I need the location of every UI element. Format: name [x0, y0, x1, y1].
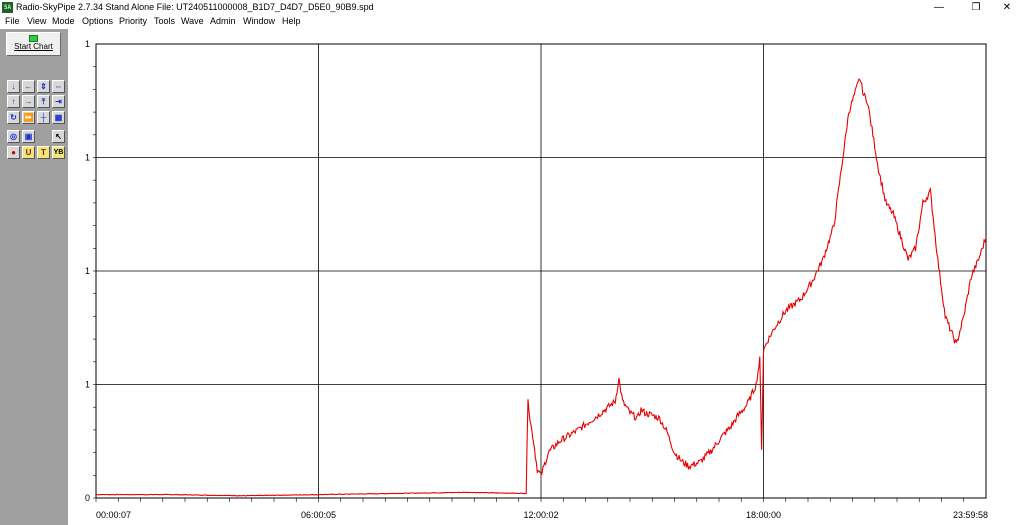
menu-mode[interactable]: Mode	[52, 16, 75, 26]
y-tick-label: 1	[85, 153, 90, 163]
start-chart-label: Start Chart	[14, 42, 53, 51]
x-tick-label: 06:00:05	[301, 510, 336, 520]
status-led-icon	[29, 35, 38, 42]
menu-help[interactable]: Help	[282, 16, 301, 26]
fast-forward-icon[interactable]: ⏩	[22, 111, 35, 124]
zoom-box-icon[interactable]: ▣	[22, 130, 35, 143]
scroll-up-icon[interactable]: ↑	[7, 95, 20, 108]
grid-icon[interactable]: ▦	[52, 111, 65, 124]
record-icon[interactable]: ●	[7, 146, 20, 159]
app-icon: SA	[2, 2, 13, 13]
scroll-left-icon[interactable]: ←	[22, 80, 35, 93]
menu-view[interactable]: View	[27, 16, 46, 26]
x-tick-label: 00:00:07	[96, 510, 131, 520]
menu-window[interactable]: Window	[243, 16, 275, 26]
menu-tools[interactable]: Tools	[154, 16, 175, 26]
window-title: Radio-SkyPipe 2.7.34 Stand Alone File: U…	[16, 2, 374, 12]
compress-vertical-icon[interactable]: ⤒	[37, 95, 50, 108]
expand-vertical-icon[interactable]: ⇕	[37, 80, 50, 93]
zoom-fit-icon[interactable]: ◎	[7, 130, 20, 143]
expand-horizontal-icon[interactable]: ⇔	[52, 80, 65, 93]
crosshair-icon[interactable]: ┼	[37, 111, 50, 124]
y-bounds-icon[interactable]: YB	[52, 146, 65, 159]
y-tick-label: 1	[85, 380, 90, 390]
tool-sidebar: Start Chart ↓ ← ⇕ ⇔ ↑ → ⤒ ⇥ ↻ ⏩ ┼ ▦ ◎ ▣ …	[0, 29, 68, 525]
compress-horizontal-icon[interactable]: ⇥	[52, 95, 65, 108]
strip-chart[interactable]: 0 1 1 1 1 00:00:07 06:00:05 12:00:02 18:00:00 23:…	[68, 29, 1024, 525]
x-tick-label: 23:59:58	[953, 510, 988, 520]
x-tick-label: 12:00:02	[523, 510, 558, 520]
scroll-right-icon[interactable]: →	[22, 95, 35, 108]
y-tick-label: 1	[85, 266, 90, 276]
menu-bar: File View Mode Options Priority Tools Wa…	[0, 15, 1024, 29]
close-button[interactable]: ✕	[990, 0, 1024, 15]
cursor-icon[interactable]: ↖	[52, 130, 65, 143]
restore-button[interactable]: ❐	[959, 0, 993, 15]
menu-priority[interactable]: Priority	[119, 16, 147, 26]
start-chart-button[interactable]: Start Chart	[6, 32, 61, 56]
marker-u-icon[interactable]: U	[22, 146, 35, 159]
refresh-icon[interactable]: ↻	[7, 111, 20, 124]
chart-area[interactable]: 0 1 1 1 1 00:00:07 06:00:05 12:00:02 18:00:00 23:…	[68, 29, 1024, 525]
scroll-down-icon[interactable]: ↓	[7, 80, 20, 93]
y-tick-label: 1	[85, 39, 90, 49]
marker-t-icon[interactable]: T	[37, 146, 50, 159]
minimize-button[interactable]: —	[922, 0, 956, 15]
y-tick-label: 0	[85, 493, 90, 503]
menu-options[interactable]: Options	[82, 16, 113, 26]
menu-wave[interactable]: Wave	[181, 16, 204, 26]
x-tick-label: 18:00:00	[746, 510, 781, 520]
menu-admin[interactable]: Admin	[210, 16, 236, 26]
menu-file[interactable]: File	[5, 16, 20, 26]
title-bar: SA Radio-SkyPipe 2.7.34 Stand Alone File…	[0, 0, 1024, 15]
